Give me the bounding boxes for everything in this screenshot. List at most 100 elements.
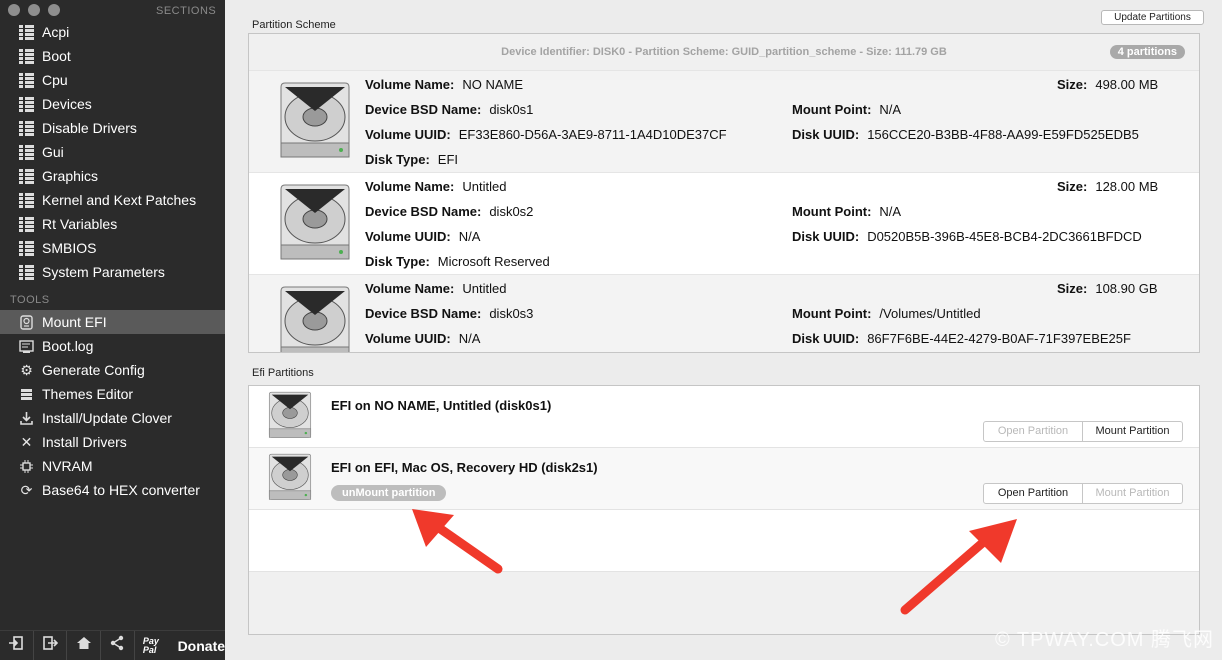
main-panel: Partition Scheme Update Partitions Devic… <box>225 0 1222 660</box>
sidebar-item-themes-editor[interactable]: Themes Editor <box>0 382 225 406</box>
efi-actions: Open Partition Mount Partition <box>983 421 1183 442</box>
sidebar-item-boot-log[interactable]: Boot.log <box>0 334 225 358</box>
annotation-arrow <box>412 509 503 574</box>
mount-point-value: N/A <box>879 102 902 117</box>
convert-icon: ⟳ <box>20 481 33 498</box>
annotation-arrow <box>900 519 1017 615</box>
sidebar-item-smbios[interactable]: SMBIOS <box>0 236 225 260</box>
list-icon <box>18 96 35 113</box>
volume-uuid-value: N/A <box>458 229 481 244</box>
efi-actions: Open Partition Mount Partition <box>983 483 1183 504</box>
partition-row[interactable]: Volume Name: Untitled Device BSD Name: dis… <box>249 172 1199 274</box>
disk-type-value: Microsoft Reserved <box>437 254 550 269</box>
mount-partition-button[interactable]: Mount Partition <box>1083 483 1183 504</box>
sidebar: SECTIONS Acpi Boot Cpu Devices Disable D… <box>0 0 225 660</box>
list-icon <box>18 24 35 41</box>
sidebar-item-boot[interactable]: Boot <box>0 44 225 68</box>
window-controls <box>8 4 60 16</box>
sidebar-item-acpi[interactable]: Acpi <box>0 20 225 44</box>
gear-icon: ⚙ <box>20 361 33 378</box>
import-button[interactable] <box>0 630 34 660</box>
disk-uuid-value: 156CCE20-B3BB-4F88-AA99-E59FD525EDB5 <box>867 127 1139 142</box>
sidebar-item-cpu[interactable]: Cpu <box>0 68 225 92</box>
hard-disk-icon <box>280 286 350 352</box>
tools-heading: TOOLS <box>10 294 50 306</box>
device-identifier: Device Identifier: DISK0 - Partition Sch… <box>501 46 947 58</box>
share-button[interactable] <box>101 630 135 660</box>
list-icon <box>18 168 35 185</box>
home-icon <box>76 635 92 656</box>
size-value: 128.00 MB <box>1095 179 1159 194</box>
sidebar-item-mount-efi[interactable]: Mount EFI <box>0 310 225 334</box>
partition-row[interactable]: Volume Name: Untitled Device BSD Name: dis… <box>249 274 1199 352</box>
tools-list: Mount EFI Boot.log ⚙ Generate Config The… <box>0 310 225 502</box>
volume-name-value: Untitled <box>462 179 507 194</box>
close-window-button[interactable] <box>8 4 20 16</box>
size-value: 108.90 GB <box>1095 281 1158 296</box>
sidebar-item-base64-hex[interactable]: ⟳ Base64 to HEX converter <box>0 478 225 502</box>
zoom-window-button[interactable] <box>48 4 60 16</box>
mount-partition-button[interactable]: Mount Partition <box>1083 421 1183 442</box>
home-button[interactable] <box>67 630 102 660</box>
list-icon <box>18 264 35 281</box>
paypal-icon: Pay Pal <box>142 635 159 655</box>
list-icon <box>18 216 35 233</box>
import-icon <box>8 635 24 656</box>
partition-row[interactable]: Volume Name: NO NAME Device BSD Name: disk… <box>249 70 1199 172</box>
sidebar-item-install-update-clover[interactable]: Install/Update Clover <box>0 406 225 430</box>
bsd-name-value: disk0s3 <box>489 306 534 321</box>
wrench-icon: ✕ <box>20 433 33 450</box>
sidebar-item-install-drivers[interactable]: ✕ Install Drivers <box>0 430 225 454</box>
share-icon <box>109 635 125 656</box>
watermark: © TPWAY.COM 腾飞网 <box>994 629 1214 651</box>
efi-row[interactable]: EFI on EFI, Mac OS, Recovery HD (disk2s1… <box>249 448 1199 510</box>
mount-point-value: /Volumes/Untitled <box>879 306 981 321</box>
export-icon <box>42 635 59 656</box>
sidebar-item-nvram[interactable]: NVRAM <box>0 454 225 478</box>
log-icon <box>18 338 35 355</box>
open-partition-button[interactable]: Open Partition <box>983 483 1083 504</box>
mount-point-value: N/A <box>879 204 902 219</box>
volume-uuid-value: EF33E860-D56A-3AE9-8711-1A4D10DE37CF <box>458 127 727 142</box>
sidebar-item-gui[interactable]: Gui <box>0 140 225 164</box>
sidebar-item-kernel-kext-patches[interactable]: Kernel and Kext Patches <box>0 188 225 212</box>
size-value: 498.00 MB <box>1095 77 1159 92</box>
sidebar-item-devices[interactable]: Devices <box>0 92 225 116</box>
volume-name-value: Untitled <box>462 281 507 296</box>
sidebar-item-graphics[interactable]: Graphics <box>0 164 225 188</box>
minimize-window-button[interactable] <box>28 4 40 16</box>
unmount-partition-button[interactable]: unMount partition <box>331 485 447 501</box>
bsd-name-value: disk0s1 <box>489 102 534 117</box>
list-icon <box>18 72 35 89</box>
sidebar-item-generate-config[interactable]: ⚙ Generate Config <box>0 358 225 382</box>
list-icon <box>18 240 35 257</box>
list-icon <box>18 48 35 65</box>
open-partition-button[interactable]: Open Partition <box>983 421 1083 442</box>
partition-scheme-label: Partition Scheme <box>252 19 336 31</box>
sidebar-item-system-parameters[interactable]: System Parameters <box>0 260 225 284</box>
volume-uuid-value: N/A <box>458 331 481 346</box>
disk-uuid-value: 86F7F6BE-44E2-4279-B0AF-71F397EBE25F <box>867 331 1131 346</box>
sections-heading: SECTIONS <box>156 5 217 17</box>
update-partitions-button[interactable]: Update Partitions <box>1101 10 1204 25</box>
partition-list: Device Identifier: DISK0 - Partition Sch… <box>248 33 1200 353</box>
export-button[interactable] <box>34 630 68 660</box>
sidebar-item-rt-variables[interactable]: Rt Variables <box>0 212 225 236</box>
sections-list: Acpi Boot Cpu Devices Disable Drivers Gu… <box>0 20 225 284</box>
efi-partitions-label: Efi Partitions <box>252 367 314 379</box>
download-icon <box>18 410 35 427</box>
hard-disk-icon <box>280 184 350 260</box>
sidebar-bottom-toolbar: Pay Pal Donate <box>0 630 225 660</box>
hard-disk-icon <box>268 453 312 500</box>
efi-title: EFI on EFI, Mac OS, Recovery HD (disk2s1… <box>331 460 598 475</box>
hard-disk-icon <box>280 82 350 158</box>
donate-button[interactable]: Pay Pal Donate <box>135 635 225 655</box>
efi-partition-list: EFI on NO NAME, Untitled (disk0s1) Open … <box>248 385 1200 635</box>
stack-icon <box>18 386 35 403</box>
efi-row[interactable]: EFI on NO NAME, Untitled (disk0s1) Open … <box>249 386 1199 448</box>
chip-icon <box>18 458 35 475</box>
partitions-count-badge: 4 partitions <box>1109 45 1185 59</box>
sidebar-item-disable-drivers[interactable]: Disable Drivers <box>0 116 225 140</box>
disk-icon <box>18 314 35 331</box>
efi-row-empty <box>249 510 1199 572</box>
